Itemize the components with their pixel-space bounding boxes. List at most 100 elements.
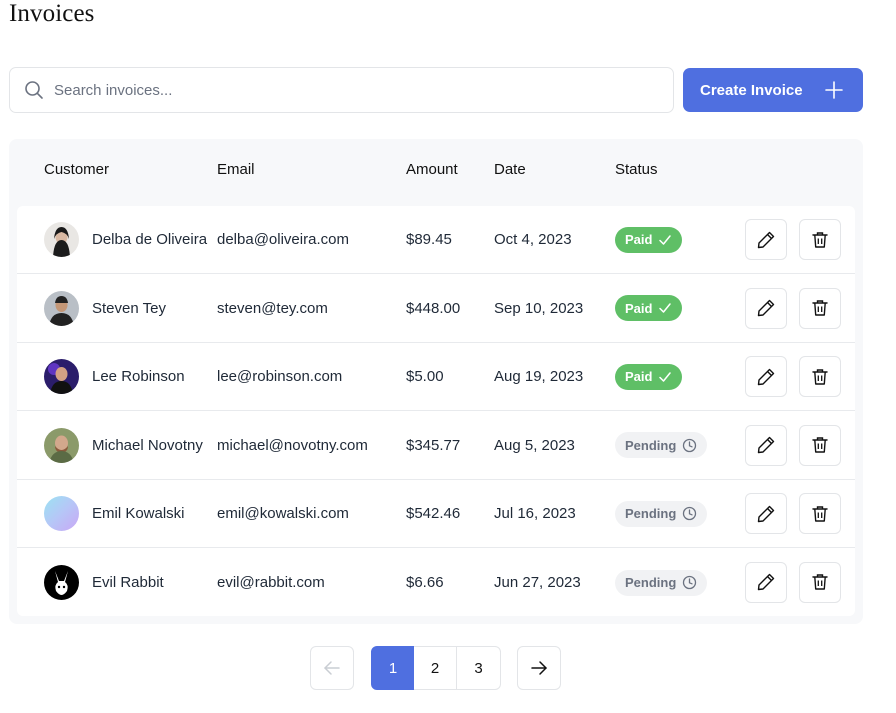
status-cell: Pending xyxy=(615,412,708,479)
avatar xyxy=(44,496,79,531)
date-cell: Aug 19, 2023 xyxy=(494,368,584,385)
status-cell: Paid xyxy=(615,343,683,410)
status-label: Pending xyxy=(625,575,677,590)
delete-button[interactable] xyxy=(799,287,841,329)
search-icon xyxy=(23,79,45,101)
customer-cell: Lee Robinson xyxy=(44,343,185,410)
delete-button[interactable] xyxy=(799,493,841,534)
trash-icon xyxy=(812,437,828,453)
check-icon xyxy=(659,371,672,382)
invoices-table: Customer Email Amount Date Status Delba … xyxy=(9,139,863,624)
header-date: Date xyxy=(494,161,526,178)
clock-icon xyxy=(683,575,697,590)
delete-button[interactable] xyxy=(799,356,841,397)
header-amount: Amount xyxy=(406,161,458,178)
delete-button[interactable] xyxy=(799,219,841,260)
date-cell: Jul 16, 2023 xyxy=(494,505,576,522)
status-label: Paid xyxy=(625,300,653,316)
status-cell: Paid xyxy=(615,275,683,342)
email-cell: steven@tey.com xyxy=(217,299,328,317)
customer-cell: Evil Rabbit xyxy=(44,549,164,617)
table-row: Evil Rabbit evil@rabbit.com $6.66 Jun 27, 2… xyxy=(17,549,855,617)
edit-button[interactable] xyxy=(745,493,787,534)
pencil-icon xyxy=(757,573,775,591)
header-status: Status xyxy=(615,161,658,178)
table-body: Delba de Oliveira delba@oliveira.com $89.4… xyxy=(17,206,855,616)
trash-icon xyxy=(812,368,828,385)
amount-cell: $89.45 xyxy=(406,231,452,248)
date-cell: Aug 5, 2023 xyxy=(494,436,575,454)
trash-icon xyxy=(812,300,828,316)
trash-icon xyxy=(812,231,828,248)
page-3-button[interactable]: 3 xyxy=(456,646,501,690)
status-label: Paid xyxy=(625,232,653,247)
customer-name: Delba de Oliveira xyxy=(92,231,208,248)
amount-cell: $345.77 xyxy=(406,436,461,454)
header-customer: Customer xyxy=(44,161,110,178)
create-invoice-button[interactable]: Create Invoice xyxy=(683,68,863,112)
pencil-icon xyxy=(757,231,775,248)
table-header: Customer Email Amount Date Status xyxy=(9,161,863,181)
pencil-icon xyxy=(757,436,775,454)
edit-button[interactable] xyxy=(745,219,787,260)
create-invoice-label: Create Invoice xyxy=(700,81,803,99)
date-cell: Sep 10, 2023 xyxy=(494,299,584,317)
customer-cell: Delba de Oliveira xyxy=(44,206,207,273)
status-badge: Pending xyxy=(615,500,708,527)
email-cell: evil@rabbit.com xyxy=(217,574,325,591)
email-cell: lee@robinson.com xyxy=(217,368,343,385)
table-row: Delba de Oliveira delba@oliveira.com $89.4… xyxy=(17,206,855,274)
next-page-button[interactable] xyxy=(517,646,561,690)
status-badge: Pending xyxy=(615,569,708,596)
amount-cell: $6.66 xyxy=(406,574,444,591)
customer-cell: Steven Tey xyxy=(44,275,166,342)
trash-icon xyxy=(812,505,828,522)
clock-icon xyxy=(683,438,697,452)
check-icon xyxy=(659,303,672,313)
page-title: Invoices xyxy=(9,0,95,27)
search-box[interactable] xyxy=(9,67,674,113)
status-label: Paid xyxy=(625,369,653,384)
pencil-icon xyxy=(757,368,775,385)
table-row: Steven Tey steven@tey.com $448.00 Sep 10, 2… xyxy=(17,275,855,343)
customer-cell: Michael Novotny xyxy=(44,412,203,479)
amount-cell: $5.00 xyxy=(406,368,444,385)
arrow-left-icon xyxy=(324,661,340,675)
status-badge: Paid xyxy=(615,295,683,321)
header-email: Email xyxy=(217,161,255,178)
status-cell: Pending xyxy=(615,480,708,547)
plus-icon xyxy=(825,81,843,99)
customer-name: Steven Tey xyxy=(92,299,166,317)
customer-name: Emil Kowalski xyxy=(92,505,185,522)
delete-button[interactable] xyxy=(799,561,841,603)
trash-icon xyxy=(812,574,828,590)
page-2-button[interactable]: 2 xyxy=(414,646,457,690)
avatar xyxy=(44,427,79,463)
table-row: Michael Novotny michael@novotny.com $345.7… xyxy=(17,412,855,480)
page-1-button[interactable]: 1 xyxy=(371,646,415,690)
search-input[interactable] xyxy=(54,81,634,99)
status-badge: Paid xyxy=(615,363,683,390)
date-cell: Oct 4, 2023 xyxy=(494,231,572,248)
edit-button[interactable] xyxy=(745,287,787,329)
table-row: Lee Robinson lee@robinson.com $5.00 Aug 19,… xyxy=(17,343,855,411)
clock-icon xyxy=(683,506,697,521)
prev-page-button[interactable] xyxy=(310,646,354,690)
edit-button[interactable] xyxy=(745,424,787,466)
edit-button[interactable] xyxy=(745,356,787,397)
pagination: 1 2 3 xyxy=(0,646,896,690)
date-cell: Jun 27, 2023 xyxy=(494,574,581,591)
status-cell: Pending xyxy=(615,549,708,617)
avatar xyxy=(44,565,79,600)
delete-button[interactable] xyxy=(799,424,841,466)
avatar xyxy=(44,290,79,326)
status-badge: Paid xyxy=(615,226,683,253)
status-cell: Paid xyxy=(615,206,683,273)
edit-button[interactable] xyxy=(745,561,787,603)
customer-name: Evil Rabbit xyxy=(92,574,164,591)
amount-cell: $448.00 xyxy=(406,299,461,317)
table-row: Emil Kowalski emil@kowalski.com $542.46 Jul… xyxy=(17,480,855,548)
customer-name: Lee Robinson xyxy=(92,368,185,385)
pencil-icon xyxy=(757,299,775,317)
status-badge: Pending xyxy=(615,432,708,458)
